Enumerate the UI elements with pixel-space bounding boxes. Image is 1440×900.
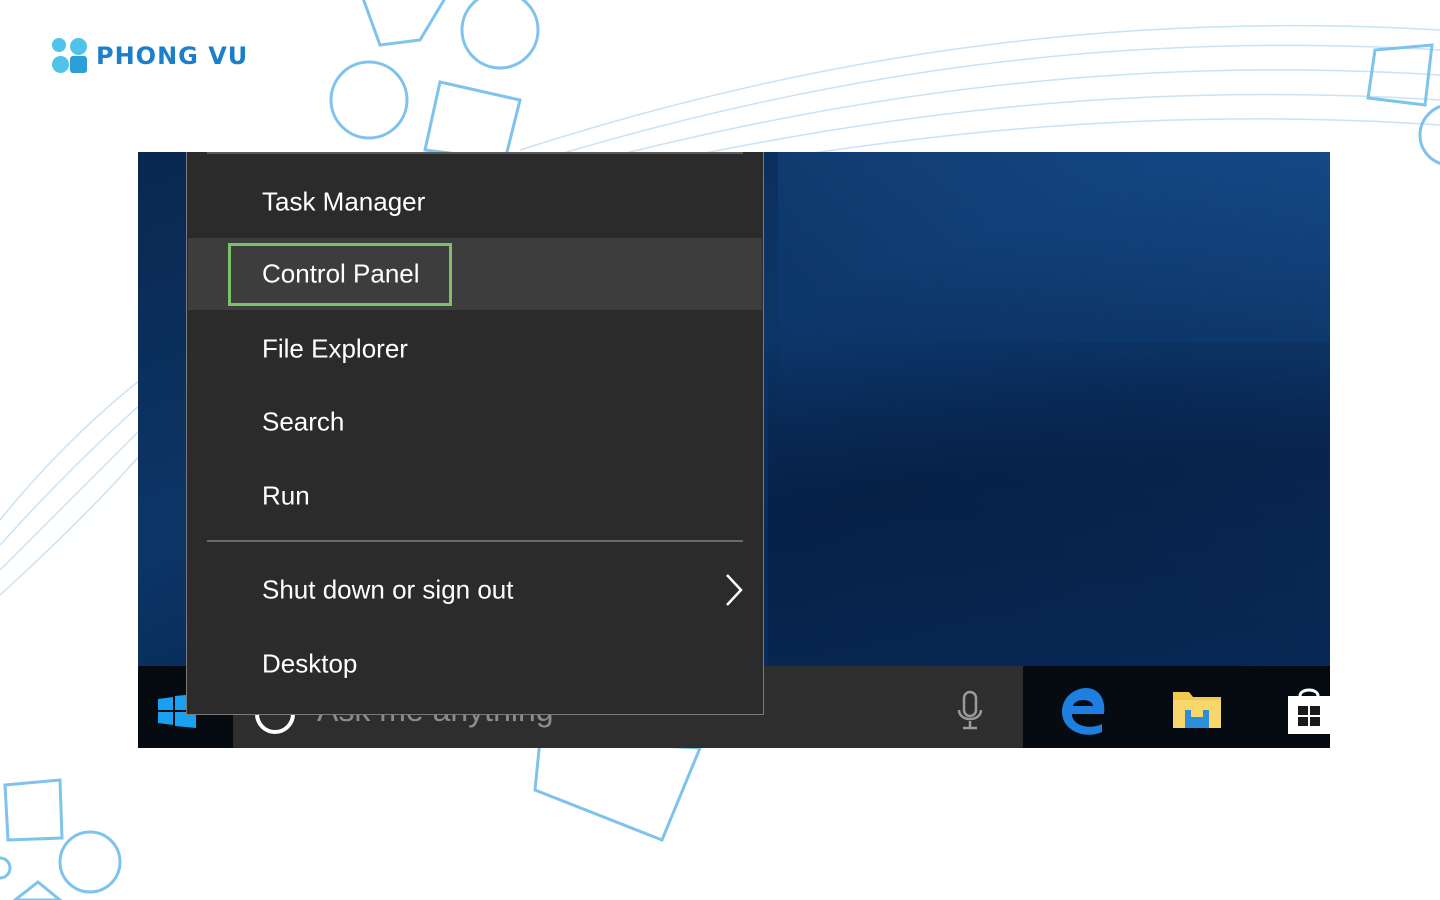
menu-item-label: Search bbox=[262, 406, 345, 437]
brand-name: PHONG VU bbox=[96, 42, 249, 70]
menu-item-control-panel[interactable]: Control Panel bbox=[188, 238, 762, 310]
desktop-wallpaper-shade bbox=[768, 342, 1330, 682]
menu-item-label: File Explorer bbox=[262, 333, 408, 364]
menu-divider bbox=[207, 540, 743, 542]
chevron-right-icon bbox=[726, 574, 743, 606]
windows-screenshot: Ask me anything bbox=[138, 152, 1330, 748]
menu-item-desktop[interactable]: Desktop bbox=[188, 628, 762, 700]
menu-item-label: Run bbox=[262, 480, 310, 511]
menu-item-shut-down-or-sign-out[interactable]: Shut down or sign out bbox=[188, 554, 762, 626]
highlight-box bbox=[228, 243, 452, 306]
menu-item-file-explorer[interactable]: File Explorer bbox=[188, 313, 762, 385]
edge-icon[interactable] bbox=[1058, 686, 1108, 736]
menu-item-label: Task Manager bbox=[262, 186, 426, 217]
menu-item-search[interactable]: Search bbox=[188, 386, 762, 458]
menu-item-label: Shut down or sign out bbox=[262, 574, 514, 605]
brand-mark-icon bbox=[49, 35, 90, 76]
phong-vu-logo: PHONG VU bbox=[49, 35, 249, 76]
store-icon[interactable] bbox=[1284, 686, 1330, 736]
menu-top-divider bbox=[207, 152, 743, 154]
file-explorer-icon[interactable] bbox=[1171, 686, 1223, 730]
winx-context-menu: Task Manager Control Panel File Explorer… bbox=[186, 152, 764, 715]
menu-item-task-manager[interactable]: Task Manager bbox=[188, 166, 762, 238]
microphone-icon[interactable] bbox=[955, 690, 985, 730]
menu-item-run[interactable]: Run bbox=[188, 460, 762, 532]
menu-item-label: Desktop bbox=[262, 648, 358, 679]
